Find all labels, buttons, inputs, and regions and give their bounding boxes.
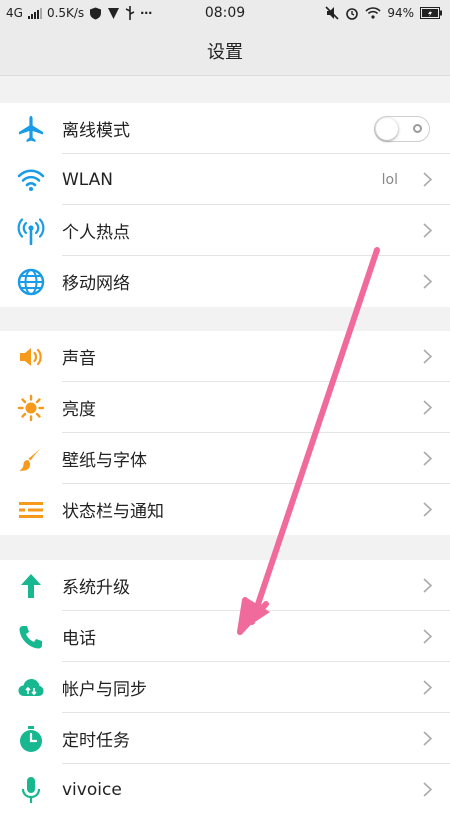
setting-label: 壁纸与字体 xyxy=(62,451,147,471)
chevron-right-icon xyxy=(423,782,432,797)
timer-icon xyxy=(20,726,42,752)
wifi-icon xyxy=(17,169,45,191)
setting-label: 亮度 xyxy=(62,400,96,420)
chevron-right-icon xyxy=(423,731,432,746)
setting-label: 帐户与同步 xyxy=(62,680,147,700)
setting-label: 定时任务 xyxy=(62,731,130,751)
setting-brightness[interactable]: 亮度 xyxy=(0,382,450,433)
setting-accounts-sync[interactable]: 帐户与同步 xyxy=(0,662,450,713)
status-right: 94% xyxy=(325,0,442,26)
phone-icon xyxy=(19,626,42,649)
alarm-icon xyxy=(346,8,359,20)
setting-wallpaper-fonts[interactable]: 壁纸与字体 xyxy=(0,433,450,484)
arrow-up-icon xyxy=(21,574,41,598)
setting-label: 系统升级 xyxy=(62,578,130,598)
wifi-status-icon xyxy=(365,7,381,19)
mute-icon xyxy=(325,6,339,20)
chevron-right-icon xyxy=(423,502,432,517)
globe-icon xyxy=(17,268,45,296)
chevron-right-icon xyxy=(423,349,432,364)
airplane-icon xyxy=(19,116,43,142)
chevron-right-icon xyxy=(423,172,432,187)
speaker-icon xyxy=(20,348,42,366)
setting-label: 离线模式 xyxy=(62,121,130,141)
offline-mode-toggle[interactable] xyxy=(374,116,430,142)
setting-system-update[interactable]: 系统升级 xyxy=(0,560,450,611)
setting-label: 移动网络 xyxy=(62,274,130,294)
chevron-right-icon xyxy=(423,274,432,289)
settings-group-display: 声音 亮度 壁纸与字体 状态栏与通知 xyxy=(0,331,450,535)
wlan-network-name: lol xyxy=(381,171,398,188)
setting-vivoice[interactable]: vivoice xyxy=(0,764,450,815)
chevron-right-icon xyxy=(423,223,432,238)
battery-icon xyxy=(420,7,442,19)
chevron-right-icon xyxy=(423,451,432,466)
setting-hotspot[interactable]: 个人热点 xyxy=(0,205,450,256)
setting-label: 状态栏与通知 xyxy=(62,502,164,522)
setting-label: 个人热点 xyxy=(62,223,130,243)
setting-label: 声音 xyxy=(62,349,96,369)
toggle-knob xyxy=(376,118,398,140)
page-title: 设置 xyxy=(0,26,450,76)
chevron-right-icon xyxy=(423,680,432,695)
list-icon xyxy=(19,502,43,518)
setting-label: WLAN xyxy=(62,169,114,190)
hotspot-icon xyxy=(17,218,45,245)
setting-mobile-network[interactable]: 移动网络 xyxy=(0,256,450,307)
cloud-sync-icon xyxy=(18,679,44,696)
chevron-right-icon xyxy=(423,400,432,415)
paintbrush-icon xyxy=(19,447,42,471)
status-bar: 4G 0.5K/s ⋯ 08:09 94% xyxy=(0,0,450,26)
settings-group-network: 离线模式 WLAN lol 个人热点 移动网络 xyxy=(0,103,450,307)
setting-scheduled-tasks[interactable]: 定时任务 xyxy=(0,713,450,764)
chevron-right-icon xyxy=(423,578,432,593)
sun-icon xyxy=(17,394,45,422)
setting-label: 电话 xyxy=(62,629,96,649)
setting-offline-mode[interactable]: 离线模式 xyxy=(0,103,450,154)
toggle-off-indicator xyxy=(413,124,422,133)
setting-wlan[interactable]: WLAN lol xyxy=(0,154,450,205)
chevron-right-icon xyxy=(423,629,432,644)
setting-sound[interactable]: 声音 xyxy=(0,331,450,382)
battery-level: 94% xyxy=(387,6,414,20)
setting-phone[interactable]: 电话 xyxy=(0,611,450,662)
setting-statusbar-notifications[interactable]: 状态栏与通知 xyxy=(0,484,450,535)
settings-group-system: 系统升级 电话 帐户与同步 定时任务 vivoice xyxy=(0,560,450,815)
setting-label: vivoice xyxy=(62,779,122,800)
